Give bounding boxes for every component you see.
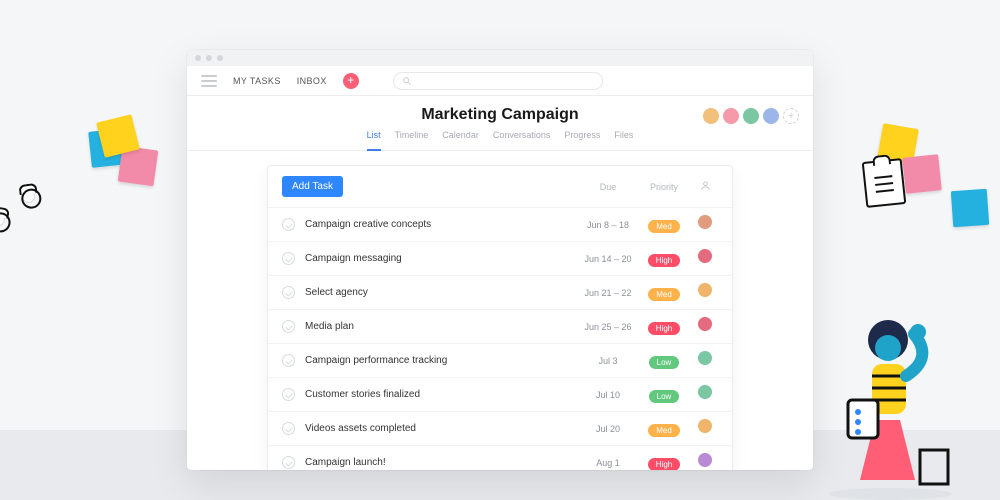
app-window: MY TASKS INBOX + Marketing Campaign List… xyxy=(187,50,813,470)
project-header: Marketing Campaign ListTimelineCalendarC… xyxy=(187,96,813,151)
task-name[interactable]: Campaign creative concepts xyxy=(305,219,580,230)
task-assignee[interactable] xyxy=(692,283,718,302)
task-name[interactable]: Media plan xyxy=(305,321,580,332)
traffic-light-minimize-icon[interactable] xyxy=(206,55,212,61)
member-avatar[interactable] xyxy=(703,108,719,124)
task-name[interactable]: Campaign performance tracking xyxy=(305,355,580,366)
tab-list[interactable]: List xyxy=(367,130,381,151)
member-avatar[interactable] xyxy=(743,108,759,124)
task-name[interactable]: Videos assets completed xyxy=(305,423,580,434)
column-header-priority: Priority xyxy=(636,182,692,192)
tab-conversations[interactable]: Conversations xyxy=(493,130,551,144)
decor-sticky-blue-2 xyxy=(951,189,989,227)
top-bar: MY TASKS INBOX + xyxy=(187,66,813,96)
traffic-light-close-icon[interactable] xyxy=(195,55,201,61)
search-input[interactable] xyxy=(393,72,603,90)
tab-calendar[interactable]: Calendar xyxy=(442,130,479,144)
task-row[interactable]: Campaign launch!Aug 1High xyxy=(268,445,732,470)
task-priority[interactable]: Low xyxy=(636,386,692,404)
member-avatar[interactable] xyxy=(763,108,779,124)
task-assignee[interactable] xyxy=(692,249,718,268)
task-due: Jun 25 – 26 xyxy=(580,322,636,332)
search-icon xyxy=(402,76,412,86)
task-due: Jul 20 xyxy=(580,424,636,434)
column-header-assignee xyxy=(692,180,718,193)
task-row[interactable]: Campaign creative conceptsJun 8 – 18Med xyxy=(268,207,732,241)
task-priority[interactable]: Med xyxy=(636,284,692,302)
task-priority[interactable]: Med xyxy=(636,216,692,234)
nav-my-tasks[interactable]: MY TASKS xyxy=(233,76,281,86)
tab-files[interactable]: Files xyxy=(614,130,633,144)
task-assignee[interactable] xyxy=(692,317,718,336)
task-priority[interactable]: High xyxy=(636,454,692,471)
person-icon xyxy=(700,183,711,193)
decor-clipboard-check-icon xyxy=(21,189,36,204)
decor-illustration-person xyxy=(820,280,970,500)
task-priority[interactable]: Low xyxy=(636,352,692,370)
task-list-header: Add Task Due Priority xyxy=(268,166,732,207)
complete-checkbox-icon[interactable] xyxy=(282,422,295,435)
quick-add-button[interactable]: + xyxy=(343,73,359,89)
task-row[interactable]: Customer stories finalizedJul 10Low xyxy=(268,377,732,411)
task-priority[interactable]: High xyxy=(636,318,692,336)
task-due: Aug 1 xyxy=(580,458,636,468)
task-due: Jun 14 – 20 xyxy=(580,254,636,264)
task-assignee[interactable] xyxy=(692,215,718,234)
task-name[interactable]: Select agency xyxy=(305,287,580,298)
column-header-due: Due xyxy=(580,182,636,192)
task-assignee[interactable] xyxy=(692,385,718,404)
task-assignee[interactable] xyxy=(692,351,718,370)
task-priority[interactable]: Med xyxy=(636,420,692,438)
complete-checkbox-icon[interactable] xyxy=(282,388,295,401)
project-members: + xyxy=(703,108,799,124)
task-name[interactable]: Customer stories finalized xyxy=(305,389,580,400)
task-priority[interactable]: High xyxy=(636,250,692,268)
add-member-button[interactable]: + xyxy=(783,108,799,124)
traffic-light-zoom-icon[interactable] xyxy=(217,55,223,61)
task-row[interactable]: Media planJun 25 – 26High xyxy=(268,309,732,343)
window-titlebar xyxy=(187,50,813,66)
member-avatar[interactable] xyxy=(723,108,739,124)
task-name[interactable]: Campaign messaging xyxy=(305,253,580,264)
tab-progress[interactable]: Progress xyxy=(564,130,600,144)
task-row[interactable]: Campaign performance trackingJul 3Low xyxy=(268,343,732,377)
task-row[interactable]: Videos assets completedJul 20Med xyxy=(268,411,732,445)
task-assignee[interactable] xyxy=(692,453,718,470)
task-due: Jul 3 xyxy=(580,356,636,366)
complete-checkbox-icon[interactable] xyxy=(282,456,295,469)
complete-checkbox-icon[interactable] xyxy=(282,354,295,367)
add-task-button[interactable]: Add Task xyxy=(282,176,343,197)
task-due: Jul 10 xyxy=(580,390,636,400)
task-row[interactable]: Select agencyJun 21 – 22Med xyxy=(268,275,732,309)
complete-checkbox-icon[interactable] xyxy=(282,252,295,265)
nav-inbox[interactable]: INBOX xyxy=(297,76,327,86)
complete-checkbox-icon[interactable] xyxy=(282,286,295,299)
task-assignee[interactable] xyxy=(692,419,718,438)
task-name[interactable]: Campaign launch! xyxy=(305,457,580,468)
decor-clipboard-lines-icon xyxy=(862,158,907,208)
menu-icon[interactable] xyxy=(201,75,217,87)
tab-timeline[interactable]: Timeline xyxy=(395,130,429,144)
decor-clipboard-check-icon-2 xyxy=(0,212,6,227)
task-due: Jun 8 – 18 xyxy=(580,220,636,230)
task-due: Jun 21 – 22 xyxy=(580,288,636,298)
complete-checkbox-icon[interactable] xyxy=(282,320,295,333)
task-row[interactable]: Campaign messagingJun 14 – 20High xyxy=(268,241,732,275)
project-tabs: List Timeline Calendar Conversations Progres… xyxy=(187,130,813,151)
task-list-panel: Add Task Due Priority Campaign creative … xyxy=(267,165,733,470)
complete-checkbox-icon[interactable] xyxy=(282,218,295,231)
decor-sticky-pink-2 xyxy=(902,154,942,194)
